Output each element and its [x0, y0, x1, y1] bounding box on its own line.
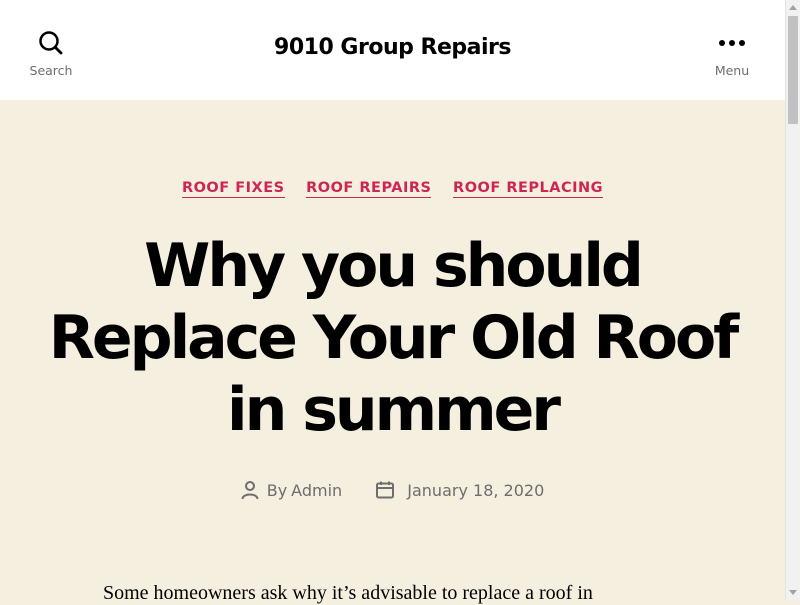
scroll-down-arrow-icon[interactable]	[789, 590, 797, 595]
category-link-roof-replacing[interactable]: ROOF REPLACING	[453, 180, 604, 198]
post-meta: By Admin January 18, 2020	[0, 480, 785, 504]
post-date: January 18, 2020	[375, 480, 544, 500]
post-title-line: Replace Your Old Roof	[48, 303, 740, 373]
vertical-scrollbar[interactable]	[785, 0, 800, 600]
author-by-label: By	[266, 480, 288, 500]
post-title-line: in summer	[227, 375, 561, 445]
person-icon	[241, 481, 259, 500]
post-categories: ROOF FIXES ROOF REPAIRS ROOF REPLACING	[0, 180, 785, 198]
post-title-line: Why you should	[144, 231, 644, 301]
category-link-roof-repairs[interactable]: ROOF REPAIRS	[306, 180, 432, 198]
category-link-roof-fixes[interactable]: ROOF FIXES	[181, 180, 285, 198]
menu-dots-icon	[719, 40, 745, 46]
menu-label: Menu	[714, 63, 750, 78]
post-title: Why you should Replace Your Old Roof in …	[40, 230, 745, 446]
calendar-icon	[376, 481, 395, 499]
author-link[interactable]: Admin	[291, 481, 342, 500]
search-label: Search	[29, 63, 73, 78]
menu-toggle-button[interactable]: Menu	[692, 30, 772, 78]
site-header: Search 9010 Group Repairs Menu	[0, 0, 785, 100]
post-author: By Admin	[241, 480, 342, 500]
post-excerpt: Some homeowners ask why it’s advisable t…	[103, 582, 593, 604]
site-title[interactable]: 9010 Group Repairs	[0, 35, 785, 60]
date-link[interactable]: January 18, 2020	[407, 481, 544, 500]
scroll-up-arrow-icon[interactable]	[789, 5, 797, 10]
scrollbar-thumb[interactable]	[788, 16, 798, 124]
